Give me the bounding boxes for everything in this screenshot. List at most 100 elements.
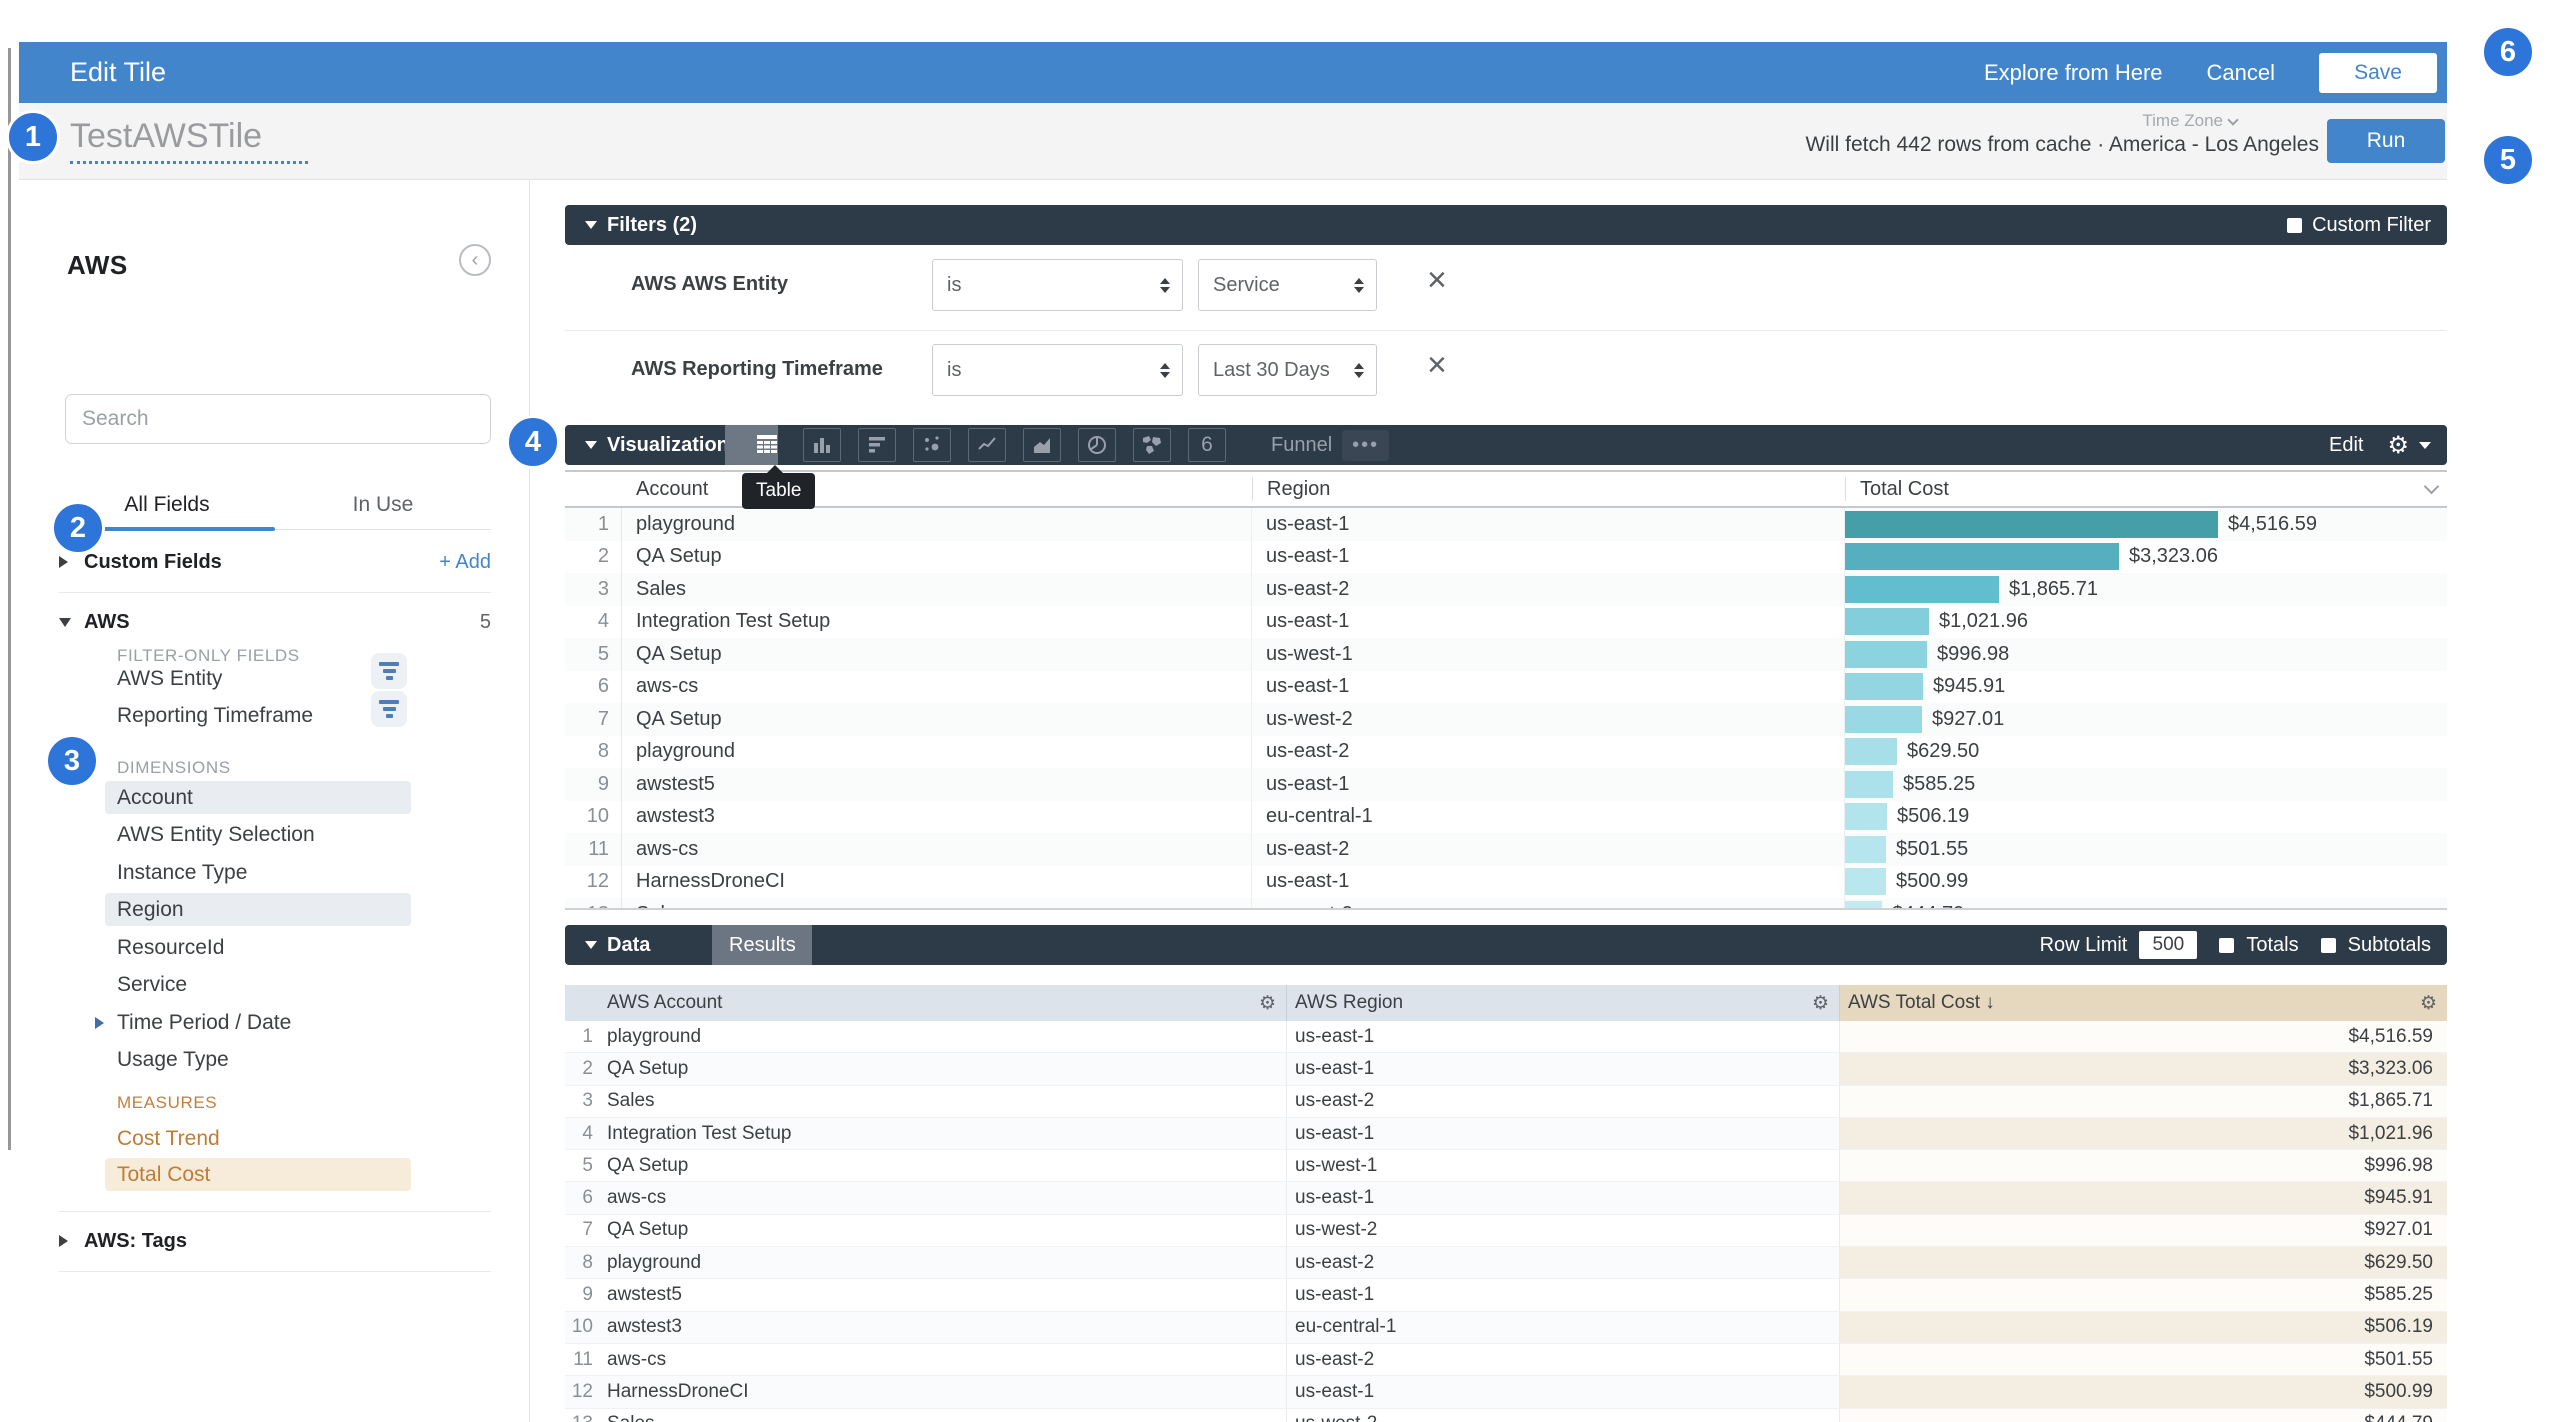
- data-section-header: Data Results Row Limit Totals Subtotals: [565, 925, 2447, 965]
- field-aws-entity[interactable]: AWS Entity: [117, 664, 222, 694]
- single-value-icon[interactable]: 6: [1188, 428, 1226, 462]
- cancel-button[interactable]: Cancel: [2207, 60, 2275, 86]
- table-row: 5QA Setupus-west-1$996.98: [565, 638, 2447, 671]
- field-time-period-date[interactable]: Time Period / Date: [117, 1008, 291, 1038]
- save-button[interactable]: Save: [2319, 53, 2437, 93]
- add-custom-field-button[interactable]: + Add: [439, 551, 491, 574]
- bar-chart-icon[interactable]: [858, 428, 896, 462]
- data-col-aws-account[interactable]: AWS Account⚙: [599, 985, 1287, 1021]
- viz-col-account[interactable]: Account: [622, 477, 1252, 501]
- data-col-aws-region[interactable]: AWS Region⚙: [1287, 985, 1840, 1021]
- subtotals-checkbox[interactable]: [2321, 938, 2336, 953]
- table-row: 12HarnessDroneCIus-east-1$500.99: [565, 1376, 2447, 1408]
- remove-filter-button[interactable]: ×: [1427, 348, 1447, 382]
- expand-arrow-icon[interactable]: [95, 1017, 104, 1029]
- field-service[interactable]: Service: [117, 970, 187, 1000]
- field-account[interactable]: Account: [117, 783, 193, 813]
- cost-bar: [1845, 706, 1922, 733]
- viz-table: Account Region Total Cost 1playgroundus-…: [565, 470, 2447, 910]
- custom-fields-row[interactable]: Custom Fields + Add: [59, 544, 491, 580]
- chevron-down-icon[interactable]: [2424, 479, 2440, 495]
- filter-field-label: AWS AWS Entity: [631, 273, 788, 296]
- collapse-arrow-icon: [585, 221, 597, 229]
- table-tooltip: Table: [742, 473, 815, 509]
- window-edge-artifact: [8, 48, 11, 1150]
- field-aws-entity-selection[interactable]: AWS Entity Selection: [117, 820, 315, 850]
- viz-edit-button[interactable]: Edit: [2329, 434, 2363, 457]
- dimensions-caption: DIMENSIONS: [117, 758, 231, 778]
- table-icon[interactable]: [748, 428, 786, 462]
- fetch-status-text: Will fetch 442 rows from cache · America…: [1805, 133, 2319, 157]
- pie-chart-icon[interactable]: [1078, 428, 1116, 462]
- table-row: 9awstest5us-east-1$585.25: [565, 768, 2447, 801]
- gear-icon[interactable]: ⚙: [1259, 992, 1276, 1015]
- row-limit-input[interactable]: [2139, 931, 2197, 959]
- collapse-sidebar-button[interactable]: ‹: [459, 244, 491, 276]
- filter-operator-select[interactable]: is: [932, 259, 1183, 311]
- more-viz-types-button[interactable]: •••: [1342, 430, 1389, 461]
- table-row: 10awstest3eu-central-1$506.19: [565, 1312, 2447, 1344]
- table-row: 11aws-csus-east-2$501.55: [565, 1344, 2447, 1376]
- table-row: 1playgroundus-east-1$4,516.59: [565, 508, 2447, 541]
- remove-filter-button[interactable]: ×: [1427, 263, 1447, 297]
- gear-icon[interactable]: ⚙: [1812, 992, 1829, 1015]
- field-usage-type[interactable]: Usage Type: [117, 1045, 229, 1075]
- data-section-toggle[interactable]: Data: [585, 934, 650, 957]
- collapse-arrow-icon: [585, 441, 597, 449]
- aws-group-row[interactable]: AWS 5: [59, 604, 491, 640]
- viz-col-region[interactable]: Region: [1252, 477, 1845, 501]
- field-cost-trend[interactable]: Cost Trend: [117, 1124, 220, 1154]
- field-region[interactable]: Region: [117, 895, 184, 925]
- line-chart-icon[interactable]: [968, 428, 1006, 462]
- tab-results[interactable]: Results: [712, 925, 812, 965]
- filter-icon-button[interactable]: [371, 691, 407, 727]
- screenshot-canvas: Edit Tile Explore from Here Cancel Save …: [0, 0, 2556, 1422]
- measures-caption: MEASURES: [117, 1093, 217, 1113]
- custom-filter-checkbox[interactable]: [2287, 218, 2302, 233]
- filter-value-select[interactable]: Service: [1198, 259, 1377, 311]
- column-chart-icon[interactable]: [803, 428, 841, 462]
- visualization-section-toggle[interactable]: Visualization: [585, 434, 729, 457]
- filter-value-select[interactable]: Last 30 Days: [1198, 344, 1377, 396]
- field-total-cost[interactable]: Total Cost: [117, 1160, 210, 1190]
- explore-from-here-link[interactable]: Explore from Here: [1984, 60, 2163, 86]
- map-icon[interactable]: [1133, 428, 1171, 462]
- cost-bar: [1845, 576, 1999, 603]
- field-tabs: All Fields In Use: [59, 480, 491, 530]
- search-input[interactable]: [65, 394, 491, 444]
- run-button[interactable]: Run: [2327, 119, 2445, 163]
- field-reporting-timeframe[interactable]: Reporting Timeframe: [117, 701, 313, 731]
- filter-operator-select[interactable]: is: [932, 344, 1183, 396]
- subtotals-label: Subtotals: [2348, 934, 2431, 957]
- aws-tags-group-row[interactable]: AWS: Tags: [59, 1223, 491, 1259]
- timezone-dropdown[interactable]: Time Zone: [2142, 111, 2237, 131]
- area-chart-icon[interactable]: [1023, 428, 1061, 462]
- tooltip-arrow: [766, 465, 784, 474]
- cost-bar: [1845, 608, 1929, 635]
- expand-arrow-icon: [59, 1235, 68, 1247]
- filter-icon-button[interactable]: [371, 653, 407, 689]
- table-row: 8playgroundus-east-2$629.50: [565, 1247, 2447, 1279]
- field-instance-type[interactable]: Instance Type: [117, 858, 247, 888]
- filters-section-toggle[interactable]: Filters (2): [585, 214, 697, 237]
- custom-filter-label: Custom Filter: [2312, 214, 2431, 237]
- filter-icon: [379, 662, 399, 666]
- single-value-glyph: 6: [1201, 433, 1213, 457]
- viz-col-total-cost[interactable]: Total Cost: [1845, 477, 2447, 501]
- viz-settings-gear-icon[interactable]: ⚙: [2387, 431, 2409, 460]
- annotation-badge-6: 6: [2481, 25, 2535, 79]
- chevron-down-icon[interactable]: [2419, 442, 2431, 449]
- tab-in-use[interactable]: In Use: [275, 480, 491, 529]
- scatter-chart-icon[interactable]: [913, 428, 951, 462]
- table-row: 11aws-csus-east-2$501.55: [565, 833, 2447, 866]
- gear-icon[interactable]: ⚙: [2420, 992, 2437, 1015]
- aws-tags-label: AWS: Tags: [84, 1230, 187, 1253]
- field-resourceid[interactable]: ResourceId: [117, 933, 224, 963]
- funnel-viz-button[interactable]: Funnel: [1271, 434, 1332, 457]
- visualization-section-header: Visualization: [565, 425, 2447, 465]
- totals-checkbox[interactable]: [2219, 938, 2234, 953]
- tile-name-input[interactable]: TestAWSTile: [70, 117, 262, 156]
- data-col-aws-total-cost[interactable]: AWS Total Cost ↓⚙: [1840, 985, 2447, 1021]
- sort-desc-icon: ↓: [1985, 992, 1995, 1013]
- filter-row: AWS AWS Entity is Service ×: [565, 245, 2447, 327]
